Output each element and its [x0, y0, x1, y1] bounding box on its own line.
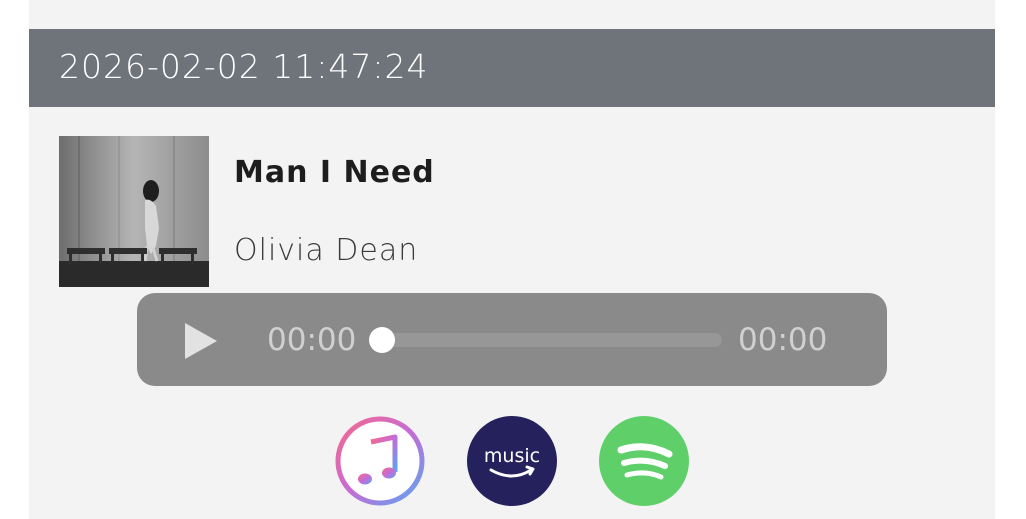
- apple-music-link[interactable]: [335, 416, 425, 506]
- timestamp-text: 2026-02-02 11:47:24: [59, 47, 429, 86]
- amazon-music-label: music: [484, 445, 540, 467]
- artist-name: Olivia Dean: [234, 233, 419, 268]
- amazon-music-link[interactable]: music: [467, 416, 557, 506]
- timestamp-header: 2026-02-02 11:47:24: [29, 29, 995, 107]
- track-card: 2026-02-02 11:47:24 Man I Need Olivia De…: [29, 0, 995, 519]
- audio-player: 00:00 00:00: [137, 293, 887, 386]
- spotify-link[interactable]: [599, 416, 689, 506]
- progress-slider[interactable]: [369, 327, 722, 353]
- play-button[interactable]: [177, 319, 221, 363]
- total-time: 00:00: [738, 322, 828, 358]
- play-icon: [185, 323, 217, 359]
- song-title: Man I Need: [234, 155, 435, 190]
- amazon-music-icon: music: [484, 445, 540, 478]
- progress-thumb[interactable]: [369, 327, 395, 353]
- album-cover-image: [59, 136, 209, 287]
- album-cover-photo: [59, 136, 209, 287]
- spotify-icon: [617, 443, 673, 480]
- current-time: 00:00: [267, 322, 357, 358]
- apple-music-icon: [335, 416, 425, 506]
